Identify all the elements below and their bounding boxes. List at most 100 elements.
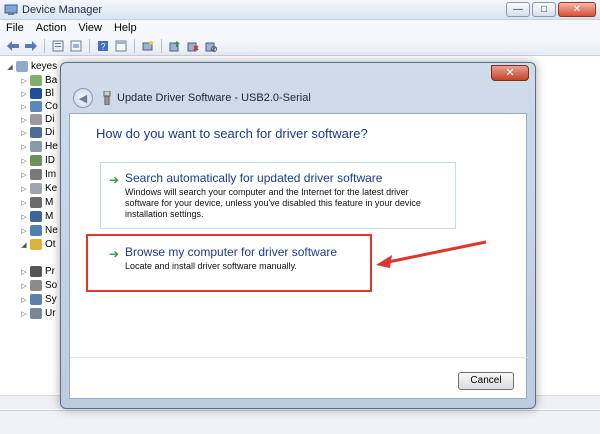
device-list-icon[interactable]: [69, 39, 83, 53]
tree-item[interactable]: ▷ M: [20, 210, 53, 223]
view-icon[interactable]: [114, 39, 128, 53]
scan-hardware-icon[interactable]: [141, 39, 155, 53]
tree-root[interactable]: ◢ keyes: [6, 60, 57, 73]
back-button[interactable]: ◀: [73, 88, 93, 108]
expand-icon[interactable]: ▷: [20, 310, 28, 318]
tree-item-label: Ba: [45, 75, 58, 86]
device-tree: ◢ keyes ▷ Ba ▷ Bl ▷ Co ▷ Di ▷ Di ▷ He ▷ ID ▷ Im …: [6, 56, 66, 406]
caption-buttons: — □ ✕: [506, 2, 596, 17]
tree-item-label: Ke: [45, 183, 58, 194]
dm-title-bar: Device Manager — □ ✕: [0, 0, 600, 20]
tree-item-label: Bl: [45, 88, 54, 99]
keyboard-icon: [30, 183, 42, 194]
expand-icon[interactable]: ▷: [20, 90, 28, 98]
tree-item[interactable]: ▷ Ur: [20, 307, 56, 320]
forward-arrow-icon[interactable]: [24, 39, 38, 53]
maximize-button[interactable]: □: [532, 2, 556, 17]
tree-item[interactable]: ▷ Ke: [20, 182, 57, 195]
expand-icon[interactable]: ▷: [20, 227, 28, 235]
expand-icon[interactable]: ▷: [20, 143, 28, 151]
expand-icon[interactable]: ▷: [20, 157, 28, 165]
properties-icon[interactable]: [51, 39, 65, 53]
computer-icon: [16, 61, 28, 72]
option-title: Search automatically for updated driver …: [125, 171, 383, 185]
device-manager-icon: [4, 4, 18, 15]
expand-icon[interactable]: ▷: [20, 213, 28, 221]
expand-icon[interactable]: ▷: [20, 296, 28, 304]
tree-item-label: M: [45, 211, 54, 222]
footer-divider: [70, 357, 528, 358]
menu-action[interactable]: Action: [36, 22, 67, 34]
expand-icon[interactable]: ▷: [20, 185, 28, 193]
expand-icon[interactable]: ▷: [20, 268, 28, 276]
help-icon[interactable]: ?: [96, 39, 110, 53]
expand-icon[interactable]: ▷: [20, 171, 28, 179]
expand-icon[interactable]: ▷: [20, 77, 28, 85]
uninstall-icon[interactable]: [186, 39, 200, 53]
collapse-icon[interactable]: ◢: [6, 63, 14, 71]
tree-item-label: Ne: [45, 225, 58, 236]
tree-item-label: Di: [45, 114, 55, 125]
toolbar-separator: [161, 38, 162, 53]
collapse-icon[interactable]: ◢: [20, 241, 28, 249]
imaging-device-icon: [30, 169, 42, 180]
computer-icon: [30, 101, 42, 112]
back-arrow-icon: ◀: [78, 92, 88, 105]
window-title: Device Manager: [22, 3, 103, 16]
usb-controller-icon: [30, 308, 42, 319]
other-devices-icon: [30, 239, 42, 250]
tree-item[interactable]: ▷ Ne: [20, 224, 58, 237]
tree-item[interactable]: ▷ Pr: [20, 265, 55, 278]
status-bar: [0, 410, 600, 434]
battery-icon: [30, 75, 42, 86]
menu-bar: File Action View Help: [0, 20, 600, 36]
tree-item-label: He: [45, 141, 58, 152]
tree-item[interactable]: ▷ Di: [20, 126, 54, 139]
search-automatically-option[interactable]: ➔ Search automatically for updated drive…: [100, 162, 456, 229]
green-arrow-icon: ➔: [109, 173, 120, 187]
back-arrow-icon[interactable]: [6, 39, 20, 53]
menu-help[interactable]: Help: [114, 22, 137, 34]
tree-item[interactable]: ▷ Ba: [20, 74, 57, 87]
svg-text:?: ?: [100, 41, 105, 51]
update-driver-icon[interactable]: [168, 39, 182, 53]
expand-icon[interactable]: ▷: [20, 116, 28, 124]
option-description: Windows will search your computer and th…: [125, 187, 421, 219]
processor-icon: [30, 266, 42, 277]
disk-drive-icon: [30, 114, 42, 125]
annotation-arrow-icon: [376, 240, 487, 268]
minimize-button[interactable]: —: [506, 2, 530, 17]
menu-file[interactable]: File: [6, 22, 24, 34]
disable-icon[interactable]: [204, 39, 218, 53]
tree-item[interactable]: ▷ So: [20, 279, 57, 292]
tree-item[interactable]: ◢ Ot: [20, 238, 56, 251]
expand-icon[interactable]: ▷: [20, 129, 28, 137]
annotation-highlight-box: [86, 234, 372, 292]
display-adapter-icon: [30, 127, 42, 138]
tree-item[interactable]: ▷ Sy: [20, 293, 57, 306]
expand-icon[interactable]: ▷: [20, 103, 28, 111]
tree-item-label: So: [45, 280, 58, 291]
tree-item[interactable]: ▷ Im: [20, 168, 56, 181]
expand-icon[interactable]: ▷: [20, 199, 28, 207]
question-heading: How do you want to search for driver sof…: [96, 126, 368, 141]
tree-item[interactable]: ▷ Co: [20, 100, 58, 113]
tree-item-label: Ot: [45, 239, 56, 250]
tree-item[interactable]: ▷ ID: [20, 154, 55, 167]
tree-item[interactable]: ▷ Di: [20, 113, 54, 126]
cancel-button[interactable]: Cancel: [458, 372, 514, 390]
tree-item[interactable]: ▷ Bl: [20, 87, 54, 100]
toolbar-separator: [134, 38, 135, 53]
network-adapter-icon: [30, 225, 42, 236]
dialog-close-button[interactable]: ✕: [491, 65, 529, 81]
tree-item-label: Di: [45, 127, 55, 138]
tree-item[interactable]: ▷ M: [20, 196, 53, 209]
menu-view[interactable]: View: [78, 22, 102, 34]
dialog-title: Update Driver Software - USB2.0-Serial: [117, 92, 311, 104]
system-device-icon: [30, 294, 42, 305]
tree-item[interactable]: ▷ He: [20, 140, 58, 153]
expand-icon[interactable]: ▷: [20, 282, 28, 290]
hid-icon: [30, 141, 42, 152]
close-button[interactable]: ✕: [558, 2, 596, 17]
ide-controller-icon: [30, 155, 42, 166]
